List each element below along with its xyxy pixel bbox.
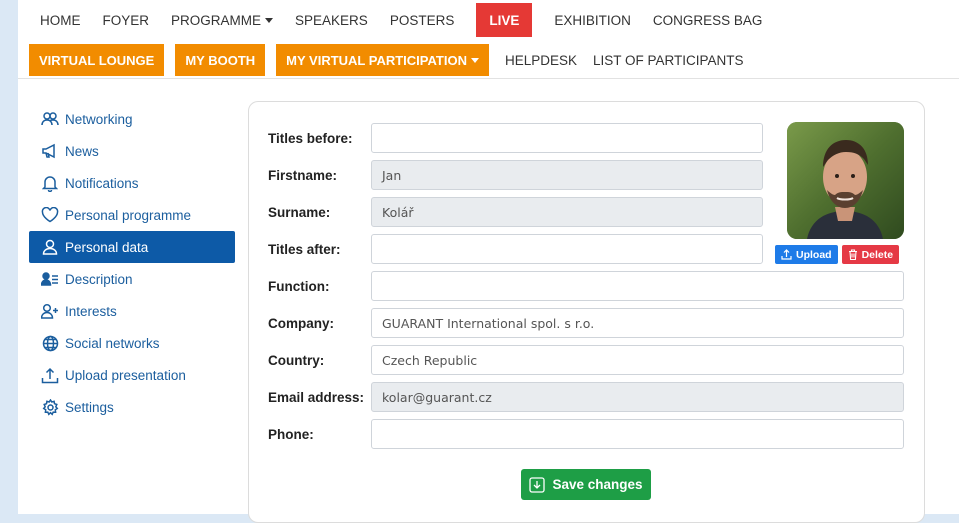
company-input[interactable]: GUARANT International spol. s r.o. bbox=[371, 308, 904, 338]
upload-photo-button[interactable]: Upload bbox=[775, 245, 838, 264]
nav-speakers[interactable]: SPEAKERS bbox=[295, 0, 368, 40]
globe-icon bbox=[41, 334, 59, 352]
nav-programme[interactable]: PROGRAMME bbox=[171, 0, 274, 40]
nav-live[interactable]: LIVE bbox=[476, 3, 533, 37]
sidebar-item-news[interactable]: News bbox=[29, 135, 235, 167]
sidebar-item-description[interactable]: Description bbox=[29, 263, 235, 295]
sidebar-item-notifications[interactable]: Notifications bbox=[29, 167, 235, 199]
sidebar-item-settings[interactable]: Settings bbox=[29, 391, 235, 423]
sidebar-item-label: Social networks bbox=[65, 335, 160, 351]
sidebar-item-label: Personal programme bbox=[65, 207, 192, 223]
person-icon bbox=[41, 238, 59, 256]
person-text-icon bbox=[41, 270, 59, 288]
profile-photo bbox=[787, 122, 904, 239]
upload-icon bbox=[41, 366, 59, 384]
nav-home-label: HOME bbox=[40, 12, 81, 28]
sidebar-item-upload-presentation[interactable]: Upload presentation bbox=[29, 359, 235, 391]
save-changes-button[interactable]: Save changes bbox=[521, 469, 651, 500]
sidebar-item-label: Description bbox=[65, 271, 133, 287]
phone-input[interactable] bbox=[371, 419, 904, 449]
save-icon bbox=[529, 476, 546, 493]
nav-live-label: LIVE bbox=[489, 12, 520, 28]
heart-icon bbox=[41, 206, 59, 224]
list-of-participants-label: LIST OF PARTICIPANTS bbox=[593, 52, 744, 68]
nav-foyer-label: FOYER bbox=[102, 12, 150, 28]
sidebar-item-label: Settings bbox=[65, 399, 114, 415]
my-booth-button[interactable]: MY BOOTH bbox=[175, 44, 266, 76]
titles-before-input[interactable] bbox=[371, 123, 763, 153]
nav-speakers-label: SPEAKERS bbox=[295, 12, 368, 28]
delete-photo-button[interactable]: Delete bbox=[841, 245, 900, 264]
nav-home[interactable]: HOME bbox=[40, 0, 81, 40]
titles-after-label: Titles after: bbox=[268, 241, 341, 257]
titles-before-label: Titles before: bbox=[268, 130, 353, 146]
sidebar-item-personal-data[interactable]: Personal data bbox=[29, 231, 235, 263]
email-input[interactable]: kolar@guarant.cz bbox=[371, 382, 904, 412]
virtual-lounge-button[interactable]: VIRTUAL LOUNGE bbox=[29, 44, 165, 76]
my-virtual-participation-label: MY VIRTUAL PARTICIPATION bbox=[286, 52, 467, 68]
megaphone-icon bbox=[41, 142, 59, 160]
caret-down-icon bbox=[470, 57, 479, 63]
country-select[interactable]: Czech Republic bbox=[371, 345, 904, 375]
save-changes-label: Save changes bbox=[552, 477, 643, 492]
delete-photo-label: Delete bbox=[861, 248, 894, 261]
nav-posters[interactable]: POSTERS bbox=[390, 0, 455, 40]
upload-photo-label: Upload bbox=[796, 248, 832, 261]
sidebar-item-label: Interests bbox=[65, 303, 117, 319]
my-booth-label: MY BOOTH bbox=[185, 52, 256, 68]
secondary-nav: VIRTUAL LOUNGE MY BOOTH MY VIRTUAL PARTI… bbox=[18, 42, 959, 79]
upload-icon bbox=[781, 249, 792, 260]
person-plus-icon bbox=[41, 302, 59, 320]
helpdesk-link[interactable]: HELPDESK bbox=[505, 53, 577, 68]
function-label: Function: bbox=[268, 278, 330, 294]
virtual-lounge-label: VIRTUAL LOUNGE bbox=[39, 52, 155, 68]
function-input[interactable] bbox=[371, 271, 904, 301]
sidebar-item-label: News bbox=[65, 143, 99, 159]
phone-label: Phone: bbox=[268, 426, 314, 442]
nav-programme-label: PROGRAMME bbox=[171, 12, 262, 28]
sidebar-item-networking[interactable]: Networking bbox=[29, 103, 235, 135]
sidebar-item-personal-programme[interactable]: Personal programme bbox=[29, 199, 235, 231]
nav-congress-bag-label: CONGRESS BAG bbox=[652, 12, 763, 28]
people-icon bbox=[41, 110, 59, 128]
helpdesk-label: HELPDESK bbox=[504, 52, 577, 68]
nav-foyer[interactable]: FOYER bbox=[103, 0, 150, 40]
titles-after-input[interactable] bbox=[371, 234, 763, 264]
sidebar-item-label: Upload presentation bbox=[65, 367, 186, 383]
email-label: Email address: bbox=[268, 389, 365, 405]
caret-down-icon bbox=[265, 17, 274, 23]
firstname-label: Firstname: bbox=[268, 167, 338, 183]
sidebar-item-label: Personal data bbox=[65, 239, 149, 255]
list-of-participants-link[interactable]: LIST OF PARTICIPANTS bbox=[593, 53, 744, 68]
sidebar: Networking News Notifications Personal p… bbox=[29, 103, 235, 423]
primary-nav: HOME FOYER PROGRAMME SPEAKERS POSTERS LI… bbox=[18, 0, 959, 40]
nav-posters-label: POSTERS bbox=[389, 12, 455, 28]
surname-label: Surname: bbox=[268, 204, 331, 220]
company-label: Company: bbox=[268, 315, 335, 331]
sidebar-item-label: Networking bbox=[65, 111, 133, 127]
gear-icon bbox=[41, 398, 59, 416]
page: HOME FOYER PROGRAMME SPEAKERS POSTERS LI… bbox=[18, 0, 959, 523]
photo-actions: Upload Delete bbox=[775, 245, 900, 264]
trash-icon bbox=[848, 249, 857, 260]
nav-congress-bag[interactable]: CONGRESS BAG bbox=[653, 0, 763, 40]
sidebar-item-interests[interactable]: Interests bbox=[29, 295, 235, 327]
sidebar-item-label: Notifications bbox=[65, 175, 139, 191]
nav-exhibition-label: EXHIBITION bbox=[554, 12, 631, 28]
bell-icon bbox=[41, 174, 59, 192]
sidebar-item-social-networks[interactable]: Social networks bbox=[29, 327, 235, 359]
firstname-input[interactable]: Jan bbox=[371, 160, 763, 190]
surname-input[interactable]: Kolář bbox=[371, 197, 763, 227]
my-virtual-participation-button[interactable]: MY VIRTUAL PARTICIPATION bbox=[276, 44, 489, 76]
nav-exhibition[interactable]: EXHIBITION bbox=[554, 0, 631, 40]
personal-data-form: Titles before: Firstname: Jan Surname: K… bbox=[248, 101, 925, 523]
country-label: Country: bbox=[268, 352, 325, 368]
